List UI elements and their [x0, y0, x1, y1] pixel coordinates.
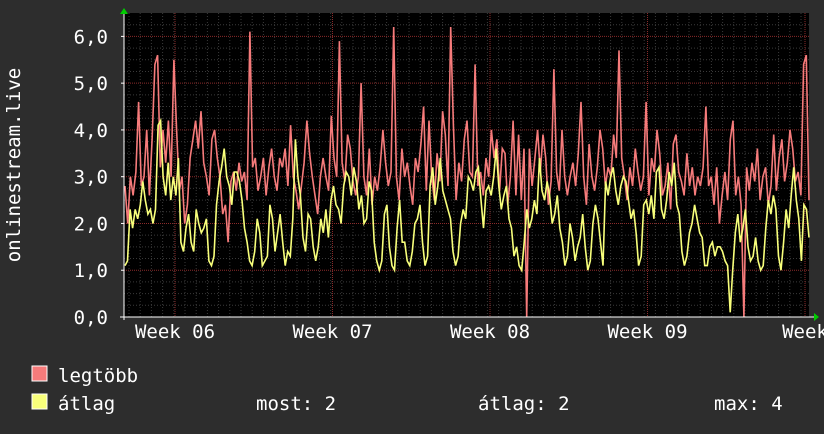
y-tick-labels: 0,0 1,0 2,0 3,0 4,0 5,0 6,0	[74, 26, 124, 329]
y-tick-label: 4,0	[74, 120, 108, 142]
legend-label-legtobb: legtöbb	[58, 365, 138, 387]
stat-average: átlag: 2	[478, 393, 570, 415]
x-tick-labels: Week 06 Week 07 Week 08 Week 09 Week	[135, 321, 824, 343]
x-axis-arrow	[814, 313, 819, 321]
y-tick-label: 3,0	[74, 167, 108, 189]
y-tick-label: 5,0	[74, 73, 108, 95]
chart: 0,0 1,0 2,0 3,0 4,0 5,0 6,0 Week 06 Week 07 Week…	[0, 0, 824, 430]
x-tick-label: Week	[782, 321, 824, 343]
legend-swatch-atlag	[31, 393, 48, 410]
chart-svg: 0,01,02,03,04,05,06,0 Week 06 Week 07 Week…	[3, 8, 824, 415]
x-tick-label: Week 07	[292, 321, 372, 343]
stat-max: max: 4	[714, 393, 783, 415]
stat-now: most: 2	[256, 393, 336, 415]
y-tick-label: 1,0	[74, 260, 108, 282]
legend-swatch-legtobb	[31, 365, 48, 382]
y-axis-arrow	[120, 8, 128, 14]
legend: legtöbb átlag most: 2 átlag: 2 max: 4	[31, 365, 783, 415]
y-axis-label: onlinestream.live	[3, 68, 25, 262]
y-tick-label: 6,0	[74, 26, 108, 48]
legend-label-atlag: átlag	[58, 393, 115, 415]
x-tick-label: Week 08	[450, 321, 530, 343]
y-tick-label: 2,0	[74, 213, 108, 235]
x-tick-label: Week 09	[607, 321, 687, 343]
x-tick-label: Week 06	[135, 321, 215, 343]
y-tick-label: 0,0	[74, 307, 108, 329]
